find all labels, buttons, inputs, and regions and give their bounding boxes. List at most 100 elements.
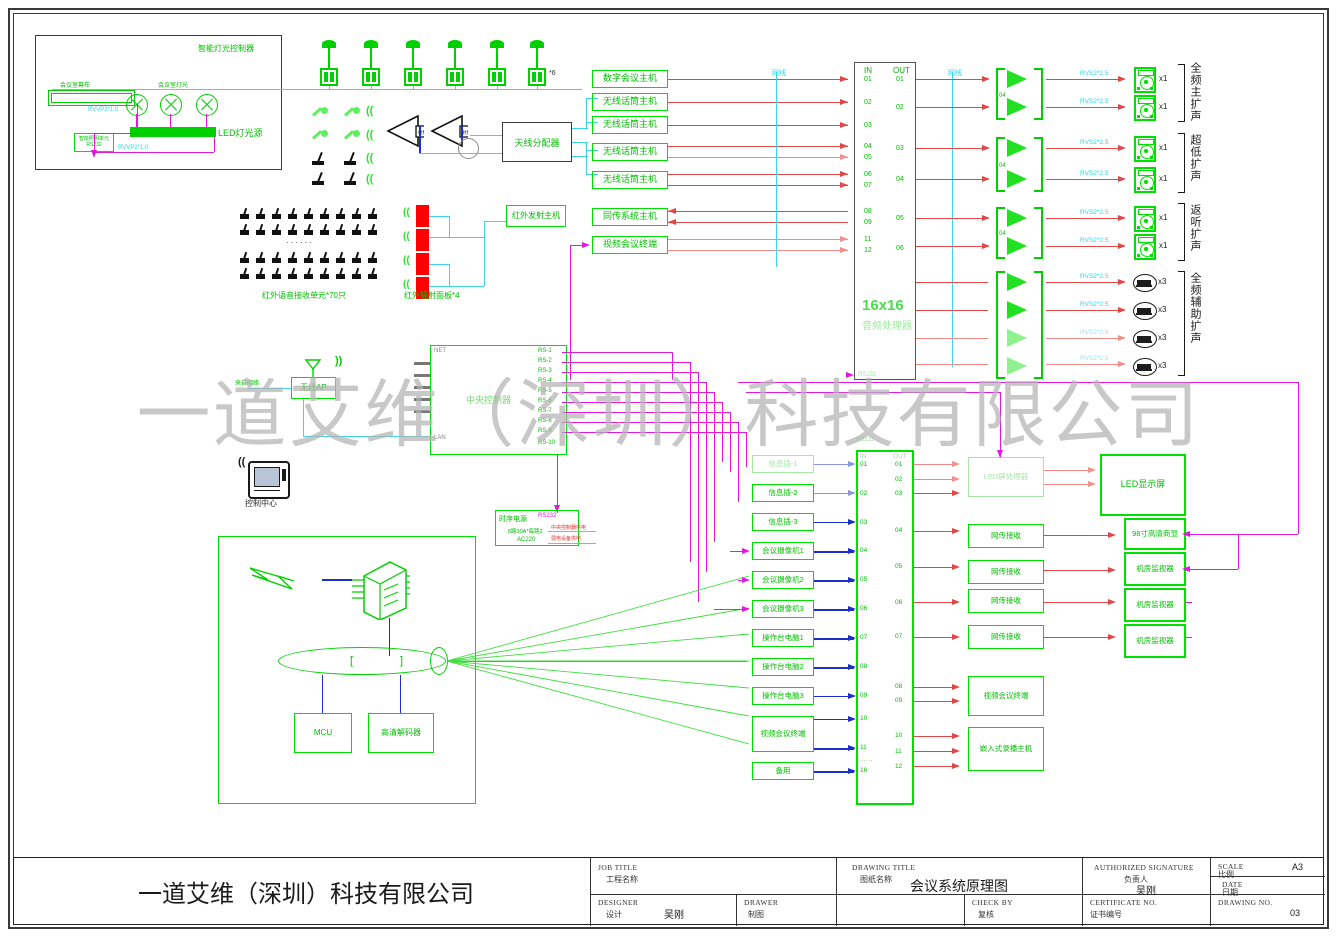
cc-net: NET: [434, 348, 446, 354]
source-box-1[interactable]: 无线话筒主机: [592, 93, 668, 111]
speaker-cable-1a: RVS2*2.5: [1080, 70, 1109, 77]
display-box-2[interactable]: 机房监视器: [1124, 552, 1186, 586]
matrix-out-6: 07: [895, 633, 903, 640]
matrix-out-header: OUT: [893, 453, 907, 460]
matrix-ellipsis: ······: [859, 758, 873, 764]
source-box-6[interactable]: 视频会议终端: [592, 236, 668, 254]
display-box-1[interactable]: 98寸高清商显: [1124, 518, 1186, 550]
handheld-mic-1: [312, 105, 328, 121]
display-box-4[interactable]: 机房监视器: [1124, 624, 1186, 658]
cc-port-1: RS-2: [538, 358, 552, 364]
matrix-input-box-3[interactable]: 会议摄像机1: [752, 542, 814, 560]
control-center-device[interactable]: [248, 461, 290, 499]
ceiling-speaker-4b: [1133, 302, 1157, 320]
lamp-icon-2: [160, 94, 182, 116]
hd-decoder-box[interactable]: 高清解码器: [368, 713, 434, 753]
display-label-4: 机房监视器: [1136, 636, 1174, 646]
ap-out-4: 05: [896, 215, 904, 222]
amplifier-3a: [1007, 209, 1027, 227]
mcu-box[interactable]: MCU: [294, 713, 352, 753]
matrix-output-box-3[interactable]: 网传接收: [968, 589, 1044, 613]
speaker-2a: [1134, 136, 1156, 162]
drawing-no-value: 03: [1290, 908, 1301, 918]
matrix-output-box-5[interactable]: 视频会议终端: [968, 676, 1044, 716]
matrix-output-box-1[interactable]: 网传接收: [968, 524, 1044, 548]
cc-port-5: RS-6: [538, 398, 552, 404]
authorized-value: 吴刚: [1136, 886, 1156, 897]
video-matrix[interactable]: [856, 450, 914, 805]
ceiling-mic-5: [488, 40, 506, 86]
source-box-2[interactable]: 无线话筒主机: [592, 116, 668, 134]
matrix-input-box-7[interactable]: 操作台电脑2: [752, 658, 814, 676]
matrix-input-box-8[interactable]: 操作台电脑3: [752, 687, 814, 705]
matrix-input-box-2[interactable]: 信息插-3: [752, 513, 814, 531]
speaker-2b: [1134, 167, 1156, 193]
ap-in-4: 05: [864, 154, 872, 161]
speaker-qty-1b: x1: [1159, 102, 1168, 111]
wire-screen-to-ctrl: [137, 104, 138, 133]
matrix-output-box-4[interactable]: 网传接收: [968, 625, 1044, 649]
matrix-in-1: 02: [860, 490, 868, 497]
ap-input-label: 来自网络: [235, 381, 260, 387]
source-box-0[interactable]: 数字会议主机: [592, 70, 668, 88]
matrix-out-3: 04: [895, 527, 903, 534]
matrix-in-11: 16: [860, 767, 868, 774]
matrix-output-box-6[interactable]: 嵌入式录播主机: [968, 727, 1044, 771]
lightning-icon: [248, 564, 318, 594]
ap-out-5: 06: [896, 245, 904, 252]
handheld-mic-4: [344, 128, 360, 144]
amplifier-4d: [1007, 357, 1027, 375]
matrix-input-label-10: 备用: [775, 766, 791, 776]
speaker-group-label-3: 返听扩声: [1189, 204, 1201, 252]
drawing-title-value: 会议系统原理图: [910, 879, 1008, 895]
matrix-output-box-2[interactable]: 网传接收: [968, 560, 1044, 584]
wire-ctrl-h: [94, 133, 137, 134]
matrix-out-5: 06: [895, 599, 903, 606]
display-box-3[interactable]: 机房监视器: [1124, 588, 1186, 622]
hd-decoder-label: 高清解码器: [381, 727, 421, 737]
cc-port-8: RS-9: [538, 428, 552, 434]
matrix-input-box-4[interactable]: 会议摄像机2: [752, 571, 814, 589]
matrix-input-box-10[interactable]: 备用: [752, 762, 814, 780]
matrix-out-4: 05: [895, 563, 903, 570]
matrix-input-box-6[interactable]: 操作台电脑1: [752, 629, 814, 647]
ir-transmitter-host: 红外发射主机: [506, 205, 566, 227]
led-light-source-bar: [130, 127, 216, 137]
ap-in-9: 11: [864, 236, 872, 243]
bodypack-mic-4: [344, 172, 358, 186]
matrix-input-label-1: 信息插-2: [768, 488, 798, 498]
matrix-input-box-9[interactable]: 视频会议终端: [752, 716, 814, 752]
cc-port-2: RS-3: [538, 368, 552, 374]
source-box-5[interactable]: 同传系统主机: [592, 208, 668, 226]
ap-in-3: 04: [864, 143, 872, 150]
matrix-input-box-5[interactable]: 会议摄像机3: [752, 600, 814, 618]
display-box-0[interactable]: LED显示屏: [1100, 454, 1186, 516]
bodypack-mic-3: [312, 172, 326, 186]
matrix-input-label-4: 会议摄像机2: [762, 575, 804, 585]
power-seq-rs232: RS232: [538, 513, 557, 519]
arrow-ap-rs232: [846, 372, 854, 378]
cc-rf-wave-icon: ((: [238, 456, 246, 468]
matrix-in-4: 05: [860, 576, 868, 583]
cc-port-7: RS-8: [538, 418, 552, 424]
ir-wave-1: ((: [403, 207, 410, 218]
matrix-out-1: 02: [895, 476, 903, 483]
matrix-input-box-1[interactable]: 信息插-2: [752, 484, 814, 502]
matrix-input-box-0[interactable]: 信息插-1: [752, 455, 814, 473]
cc-port-3: RS-4: [538, 378, 552, 384]
wireless-ap[interactable]: 无线AP: [291, 377, 336, 399]
source-box-3[interactable]: 无线话筒主机: [592, 143, 668, 161]
ap-in-5: 06: [864, 171, 872, 178]
matrix-input-label-6: 操作台电脑1: [762, 633, 804, 643]
antenna-1: 射频: [380, 108, 424, 152]
ceiling-mic-2: [362, 40, 380, 86]
bodypack-mic-2: [344, 152, 358, 166]
source-label-4: 无线话筒主机: [602, 174, 657, 185]
matrix-in-9: 10: [860, 715, 868, 722]
source-label-0: 数字会议主机: [602, 73, 657, 84]
led-source-label: LED灯光源: [218, 128, 263, 138]
server-rack-icon: [350, 558, 410, 621]
ir-receiver-grid: ······: [240, 208, 390, 280]
matrix-output-box-0[interactable]: LED屏处理器: [968, 457, 1044, 497]
source-box-4[interactable]: 无线话筒主机: [592, 171, 668, 189]
